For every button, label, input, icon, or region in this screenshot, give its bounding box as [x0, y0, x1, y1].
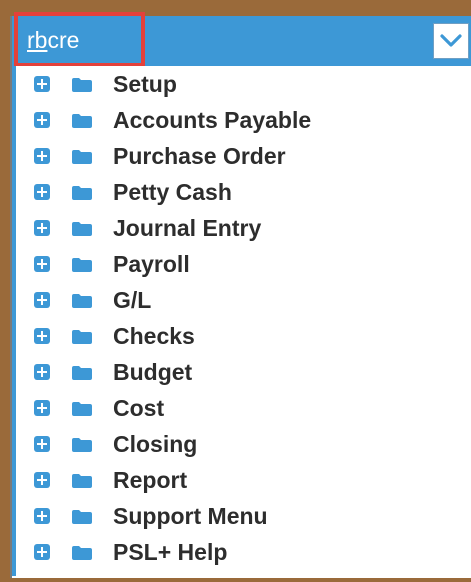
- folder-icon: [72, 510, 92, 524]
- menu-item-label: Purchase Order: [113, 143, 286, 169]
- folder-icon: [72, 78, 92, 92]
- company-code-suffix: cre: [47, 27, 80, 53]
- expand-plus-icon[interactable]: [34, 364, 50, 380]
- menu-item-petty-cash[interactable]: Petty Cash: [16, 176, 456, 208]
- menu-item-report[interactable]: Report: [16, 464, 456, 496]
- menu-item-label: Checks: [113, 323, 195, 349]
- folder-icon: [72, 222, 92, 236]
- menu-item-closing[interactable]: Closing: [16, 428, 456, 460]
- expand-plus-icon[interactable]: [34, 508, 50, 524]
- company-code-prefix: rb: [27, 27, 48, 53]
- folder-icon: [72, 258, 92, 272]
- folder-icon: [72, 546, 92, 560]
- folder-icon: [72, 474, 92, 488]
- expand-plus-icon[interactable]: [34, 472, 50, 488]
- menu-item-checks[interactable]: Checks: [16, 320, 456, 352]
- folder-icon: [72, 438, 92, 452]
- expand-plus-icon[interactable]: [34, 400, 50, 416]
- menu-item-label: Payroll: [113, 251, 190, 277]
- folder-icon: [72, 366, 92, 380]
- chevron-down-icon: [440, 34, 462, 47]
- company-selector-highlight[interactable]: rbcre: [14, 12, 145, 67]
- menu-item-label: Journal Entry: [113, 215, 262, 241]
- folder-icon: [72, 114, 92, 128]
- window-frame: rbcre Setup Accounts Payable Purchase Or…: [0, 0, 471, 582]
- expand-plus-icon[interactable]: [34, 544, 50, 560]
- menu-item-purchase-order[interactable]: Purchase Order: [16, 140, 456, 172]
- menu-item-label: Petty Cash: [113, 179, 232, 205]
- folder-icon: [72, 294, 92, 308]
- expand-plus-icon[interactable]: [34, 328, 50, 344]
- company-dropdown-button[interactable]: [433, 23, 469, 59]
- company-header: rbcre: [12, 12, 471, 67]
- company-code-link[interactable]: rbcre: [27, 27, 79, 53]
- menu-item-support-menu[interactable]: Support Menu: [16, 500, 456, 532]
- expand-plus-icon[interactable]: [34, 76, 50, 92]
- menu-tree: Setup Accounts Payable Purchase Order Pe…: [12, 66, 471, 576]
- menu-item-label: Report: [113, 467, 188, 493]
- menu-item-gl[interactable]: G/L: [16, 284, 456, 316]
- expand-plus-icon[interactable]: [34, 436, 50, 452]
- menu-item-label: Accounts Payable: [113, 107, 312, 133]
- menu-item-label: Support Menu: [113, 503, 268, 529]
- menu-item-label: Cost: [113, 395, 165, 421]
- menu-item-accounts-payable[interactable]: Accounts Payable: [16, 104, 456, 136]
- navigation-panel: rbcre Setup Accounts Payable Purchase Or…: [10, 12, 471, 578]
- menu-item-budget[interactable]: Budget: [16, 356, 456, 388]
- folder-icon: [72, 186, 92, 200]
- menu-item-payroll[interactable]: Payroll: [16, 248, 456, 280]
- menu-item-setup[interactable]: Setup: [16, 68, 456, 100]
- menu-item-journal-entry[interactable]: Journal Entry: [16, 212, 456, 244]
- menu-item-label: Closing: [113, 431, 198, 457]
- folder-icon: [72, 402, 92, 416]
- folder-icon: [72, 330, 92, 344]
- expand-plus-icon[interactable]: [34, 256, 50, 272]
- expand-plus-icon[interactable]: [34, 112, 50, 128]
- menu-item-cost[interactable]: Cost: [16, 392, 456, 424]
- expand-plus-icon[interactable]: [34, 220, 50, 236]
- menu-item-label: G/L: [113, 287, 152, 313]
- menu-item-label: PSL+ Help: [113, 539, 228, 565]
- expand-plus-icon[interactable]: [34, 148, 50, 164]
- menu-item-label: Setup: [113, 71, 177, 97]
- expand-plus-icon[interactable]: [34, 184, 50, 200]
- menu-item-label: Budget: [113, 359, 193, 385]
- expand-plus-icon[interactable]: [34, 292, 50, 308]
- menu-item-psl-help[interactable]: PSL+ Help: [16, 536, 456, 568]
- folder-icon: [72, 150, 92, 164]
